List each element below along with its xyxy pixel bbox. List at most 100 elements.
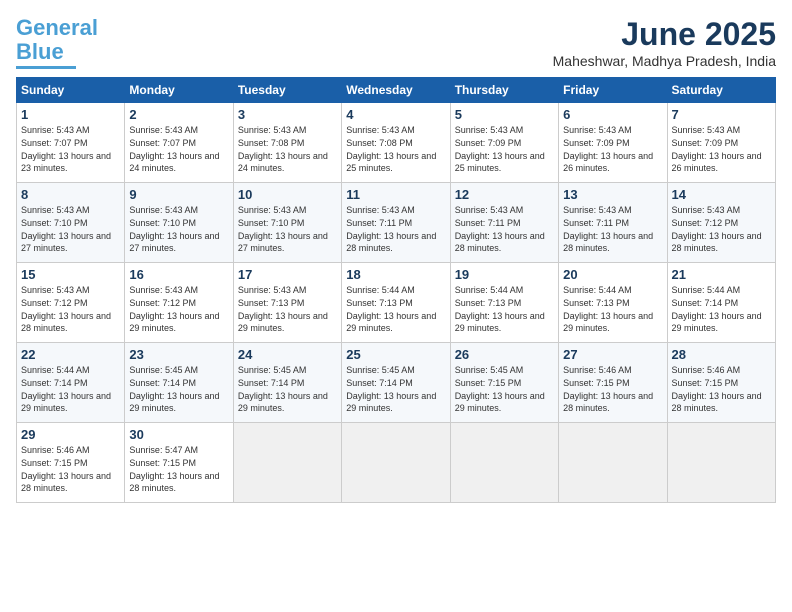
calendar-cell: 13 Sunrise: 5:43 AM Sunset: 7:11 PM Dayl…	[559, 183, 667, 263]
day-info: Sunrise: 5:44 AM Sunset: 7:14 PM Dayligh…	[21, 365, 111, 413]
title-section: June 2025 Maheshwar, Madhya Pradesh, Ind…	[553, 16, 776, 69]
logo-underline	[16, 66, 76, 69]
logo-blue: Blue	[16, 39, 64, 64]
day-info: Sunrise: 5:43 AM Sunset: 7:07 PM Dayligh…	[21, 125, 111, 173]
week-row-3: 15 Sunrise: 5:43 AM Sunset: 7:12 PM Dayl…	[17, 263, 776, 343]
calendar-cell: 5 Sunrise: 5:43 AM Sunset: 7:09 PM Dayli…	[450, 103, 558, 183]
calendar-cell: 9 Sunrise: 5:43 AM Sunset: 7:10 PM Dayli…	[125, 183, 233, 263]
day-number: 30	[129, 427, 228, 442]
calendar-header-row: SundayMondayTuesdayWednesdayThursdayFrid…	[17, 78, 776, 103]
day-info: Sunrise: 5:44 AM Sunset: 7:13 PM Dayligh…	[346, 285, 436, 333]
day-info: Sunrise: 5:43 AM Sunset: 7:07 PM Dayligh…	[129, 125, 219, 173]
calendar-table: SundayMondayTuesdayWednesdayThursdayFrid…	[16, 77, 776, 503]
day-number: 14	[672, 187, 771, 202]
header-saturday: Saturday	[667, 78, 775, 103]
day-number: 16	[129, 267, 228, 282]
day-number: 7	[672, 107, 771, 122]
day-info: Sunrise: 5:47 AM Sunset: 7:15 PM Dayligh…	[129, 445, 219, 493]
calendar-cell	[233, 423, 341, 503]
day-info: Sunrise: 5:46 AM Sunset: 7:15 PM Dayligh…	[563, 365, 653, 413]
week-row-4: 22 Sunrise: 5:44 AM Sunset: 7:14 PM Dayl…	[17, 343, 776, 423]
day-info: Sunrise: 5:43 AM Sunset: 7:12 PM Dayligh…	[672, 205, 762, 253]
calendar-cell: 19 Sunrise: 5:44 AM Sunset: 7:13 PM Dayl…	[450, 263, 558, 343]
day-number: 5	[455, 107, 554, 122]
calendar-cell: 23 Sunrise: 5:45 AM Sunset: 7:14 PM Dayl…	[125, 343, 233, 423]
day-info: Sunrise: 5:44 AM Sunset: 7:14 PM Dayligh…	[672, 285, 762, 333]
day-info: Sunrise: 5:43 AM Sunset: 7:08 PM Dayligh…	[346, 125, 436, 173]
calendar-cell: 20 Sunrise: 5:44 AM Sunset: 7:13 PM Dayl…	[559, 263, 667, 343]
calendar-cell: 26 Sunrise: 5:45 AM Sunset: 7:15 PM Dayl…	[450, 343, 558, 423]
header-wednesday: Wednesday	[342, 78, 450, 103]
calendar-cell: 2 Sunrise: 5:43 AM Sunset: 7:07 PM Dayli…	[125, 103, 233, 183]
week-row-2: 8 Sunrise: 5:43 AM Sunset: 7:10 PM Dayli…	[17, 183, 776, 263]
day-info: Sunrise: 5:46 AM Sunset: 7:15 PM Dayligh…	[21, 445, 111, 493]
day-number: 26	[455, 347, 554, 362]
day-info: Sunrise: 5:43 AM Sunset: 7:11 PM Dayligh…	[455, 205, 545, 253]
calendar-cell: 18 Sunrise: 5:44 AM Sunset: 7:13 PM Dayl…	[342, 263, 450, 343]
calendar-cell: 8 Sunrise: 5:43 AM Sunset: 7:10 PM Dayli…	[17, 183, 125, 263]
location-subtitle: Maheshwar, Madhya Pradesh, India	[553, 53, 776, 69]
logo-general: General	[16, 15, 98, 40]
day-number: 2	[129, 107, 228, 122]
header-tuesday: Tuesday	[233, 78, 341, 103]
day-info: Sunrise: 5:43 AM Sunset: 7:10 PM Dayligh…	[238, 205, 328, 253]
calendar-cell: 24 Sunrise: 5:45 AM Sunset: 7:14 PM Dayl…	[233, 343, 341, 423]
day-number: 1	[21, 107, 120, 122]
calendar-cell: 30 Sunrise: 5:47 AM Sunset: 7:15 PM Dayl…	[125, 423, 233, 503]
day-number: 21	[672, 267, 771, 282]
day-number: 27	[563, 347, 662, 362]
calendar-cell	[559, 423, 667, 503]
calendar-cell: 10 Sunrise: 5:43 AM Sunset: 7:10 PM Dayl…	[233, 183, 341, 263]
day-number: 15	[21, 267, 120, 282]
day-number: 4	[346, 107, 445, 122]
day-info: Sunrise: 5:45 AM Sunset: 7:14 PM Dayligh…	[238, 365, 328, 413]
calendar-cell: 15 Sunrise: 5:43 AM Sunset: 7:12 PM Dayl…	[17, 263, 125, 343]
day-number: 8	[21, 187, 120, 202]
week-row-1: 1 Sunrise: 5:43 AM Sunset: 7:07 PM Dayli…	[17, 103, 776, 183]
day-info: Sunrise: 5:43 AM Sunset: 7:09 PM Dayligh…	[455, 125, 545, 173]
calendar-cell: 27 Sunrise: 5:46 AM Sunset: 7:15 PM Dayl…	[559, 343, 667, 423]
calendar-cell: 1 Sunrise: 5:43 AM Sunset: 7:07 PM Dayli…	[17, 103, 125, 183]
day-info: Sunrise: 5:43 AM Sunset: 7:09 PM Dayligh…	[563, 125, 653, 173]
calendar-cell: 4 Sunrise: 5:43 AM Sunset: 7:08 PM Dayli…	[342, 103, 450, 183]
calendar-cell: 6 Sunrise: 5:43 AM Sunset: 7:09 PM Dayli…	[559, 103, 667, 183]
calendar-cell: 21 Sunrise: 5:44 AM Sunset: 7:14 PM Dayl…	[667, 263, 775, 343]
month-title: June 2025	[553, 16, 776, 53]
day-number: 20	[563, 267, 662, 282]
day-info: Sunrise: 5:43 AM Sunset: 7:12 PM Dayligh…	[21, 285, 111, 333]
day-info: Sunrise: 5:43 AM Sunset: 7:09 PM Dayligh…	[672, 125, 762, 173]
day-number: 11	[346, 187, 445, 202]
calendar-cell: 17 Sunrise: 5:43 AM Sunset: 7:13 PM Dayl…	[233, 263, 341, 343]
day-info: Sunrise: 5:46 AM Sunset: 7:15 PM Dayligh…	[672, 365, 762, 413]
day-info: Sunrise: 5:44 AM Sunset: 7:13 PM Dayligh…	[563, 285, 653, 333]
calendar-cell: 7 Sunrise: 5:43 AM Sunset: 7:09 PM Dayli…	[667, 103, 775, 183]
day-info: Sunrise: 5:45 AM Sunset: 7:14 PM Dayligh…	[129, 365, 219, 413]
calendar-cell: 3 Sunrise: 5:43 AM Sunset: 7:08 PM Dayli…	[233, 103, 341, 183]
day-number: 24	[238, 347, 337, 362]
header-sunday: Sunday	[17, 78, 125, 103]
calendar-cell: 29 Sunrise: 5:46 AM Sunset: 7:15 PM Dayl…	[17, 423, 125, 503]
day-info: Sunrise: 5:43 AM Sunset: 7:11 PM Dayligh…	[563, 205, 653, 253]
day-number: 29	[21, 427, 120, 442]
day-number: 3	[238, 107, 337, 122]
calendar-cell: 16 Sunrise: 5:43 AM Sunset: 7:12 PM Dayl…	[125, 263, 233, 343]
day-info: Sunrise: 5:43 AM Sunset: 7:12 PM Dayligh…	[129, 285, 219, 333]
day-info: Sunrise: 5:43 AM Sunset: 7:11 PM Dayligh…	[346, 205, 436, 253]
calendar-cell: 28 Sunrise: 5:46 AM Sunset: 7:15 PM Dayl…	[667, 343, 775, 423]
page-header: General Blue June 2025 Maheshwar, Madhya…	[16, 16, 776, 69]
header-thursday: Thursday	[450, 78, 558, 103]
header-monday: Monday	[125, 78, 233, 103]
day-info: Sunrise: 5:43 AM Sunset: 7:10 PM Dayligh…	[129, 205, 219, 253]
calendar-cell	[450, 423, 558, 503]
day-number: 19	[455, 267, 554, 282]
day-number: 22	[21, 347, 120, 362]
day-number: 17	[238, 267, 337, 282]
calendar-cell: 22 Sunrise: 5:44 AM Sunset: 7:14 PM Dayl…	[17, 343, 125, 423]
day-number: 9	[129, 187, 228, 202]
calendar-cell: 14 Sunrise: 5:43 AM Sunset: 7:12 PM Dayl…	[667, 183, 775, 263]
day-info: Sunrise: 5:45 AM Sunset: 7:15 PM Dayligh…	[455, 365, 545, 413]
day-info: Sunrise: 5:44 AM Sunset: 7:13 PM Dayligh…	[455, 285, 545, 333]
logo: General Blue	[16, 16, 98, 69]
day-info: Sunrise: 5:43 AM Sunset: 7:08 PM Dayligh…	[238, 125, 328, 173]
day-info: Sunrise: 5:43 AM Sunset: 7:13 PM Dayligh…	[238, 285, 328, 333]
